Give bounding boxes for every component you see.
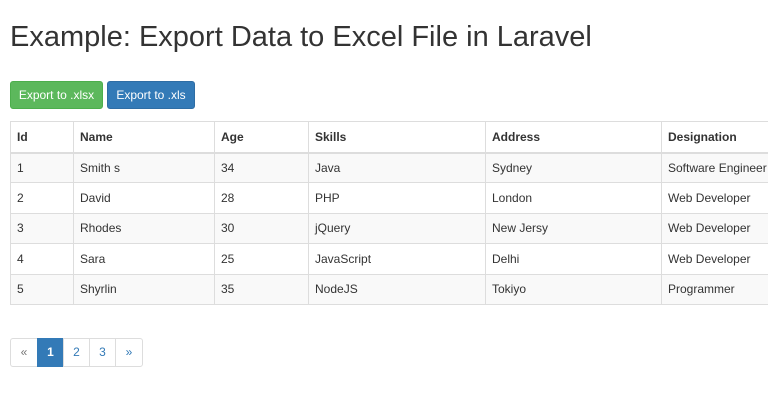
cell-name: Rhodes bbox=[73, 212, 215, 245]
pagination-next[interactable]: » bbox=[115, 338, 143, 367]
cell-id: 3 bbox=[10, 212, 74, 245]
table-row: 1 Smith s 34 Java Sydney Software Engine… bbox=[10, 151, 768, 184]
cell-skills: jQuery bbox=[308, 212, 486, 245]
cell-id: 4 bbox=[10, 243, 74, 275]
cell-designation: Software Engineer bbox=[661, 151, 768, 184]
cell-address: New Jersy bbox=[485, 212, 662, 245]
cell-designation: Web Developer bbox=[661, 212, 768, 245]
cell-address: London bbox=[485, 182, 662, 214]
cell-skills: Java bbox=[308, 151, 486, 184]
cell-age: 35 bbox=[214, 273, 309, 305]
table-row: 2 David 28 PHP London Web Developer bbox=[10, 182, 768, 214]
column-header-designation: Designation bbox=[661, 121, 768, 154]
cell-id: 2 bbox=[10, 182, 74, 214]
cell-designation: Web Developer bbox=[661, 182, 768, 214]
column-header-skills: Skills bbox=[308, 121, 486, 154]
cell-skills: PHP bbox=[308, 182, 486, 214]
column-header-id: Id bbox=[10, 121, 74, 154]
cell-name: David bbox=[73, 182, 215, 214]
cell-skills: NodeJS bbox=[308, 273, 486, 305]
cell-name: Sara bbox=[73, 243, 215, 275]
pagination-page-2[interactable]: 2 bbox=[63, 338, 90, 367]
cell-designation: Web Developer bbox=[661, 243, 768, 275]
table-row: 3 Rhodes 30 jQuery New Jersy Web Develop… bbox=[10, 212, 768, 245]
table-row: 5 Shyrlin 35 NodeJS Tokiyo Programmer bbox=[10, 273, 768, 305]
cell-age: 28 bbox=[214, 182, 309, 214]
table-row: 4 Sara 25 JavaScript Delhi Web Developer bbox=[10, 243, 768, 275]
cell-skills: JavaScript bbox=[308, 243, 486, 275]
column-header-age: Age bbox=[214, 121, 309, 154]
column-header-address: Address bbox=[485, 121, 662, 154]
cell-age: 30 bbox=[214, 212, 309, 245]
cell-address: Delhi bbox=[485, 243, 662, 275]
export-xlsx-button[interactable]: Export to .xlsx bbox=[10, 81, 103, 109]
cell-address: Sydney bbox=[485, 151, 662, 184]
pagination-prev[interactable]: « bbox=[10, 338, 38, 367]
cell-age: 34 bbox=[214, 151, 309, 184]
pagination-page-3[interactable]: 3 bbox=[89, 338, 116, 367]
export-xls-button[interactable]: Export to .xls bbox=[107, 81, 195, 109]
pagination: « 1 2 3 » bbox=[10, 338, 143, 367]
table-header-row: Id Name Age Skills Address Designation bbox=[10, 121, 768, 154]
cell-name: Shyrlin bbox=[73, 273, 215, 305]
cell-age: 25 bbox=[214, 243, 309, 275]
data-table: Id Name Age Skills Address Designation 1… bbox=[10, 121, 768, 305]
cell-id: 1 bbox=[10, 151, 74, 184]
pagination-page-1[interactable]: 1 bbox=[37, 338, 64, 367]
column-header-name: Name bbox=[73, 121, 215, 154]
cell-id: 5 bbox=[10, 273, 74, 305]
page-title: Example: Export Data to Excel File in La… bbox=[10, 21, 592, 53]
cell-designation: Programmer bbox=[661, 273, 768, 305]
cell-address: Tokiyo bbox=[485, 273, 662, 305]
cell-name: Smith s bbox=[73, 151, 215, 184]
